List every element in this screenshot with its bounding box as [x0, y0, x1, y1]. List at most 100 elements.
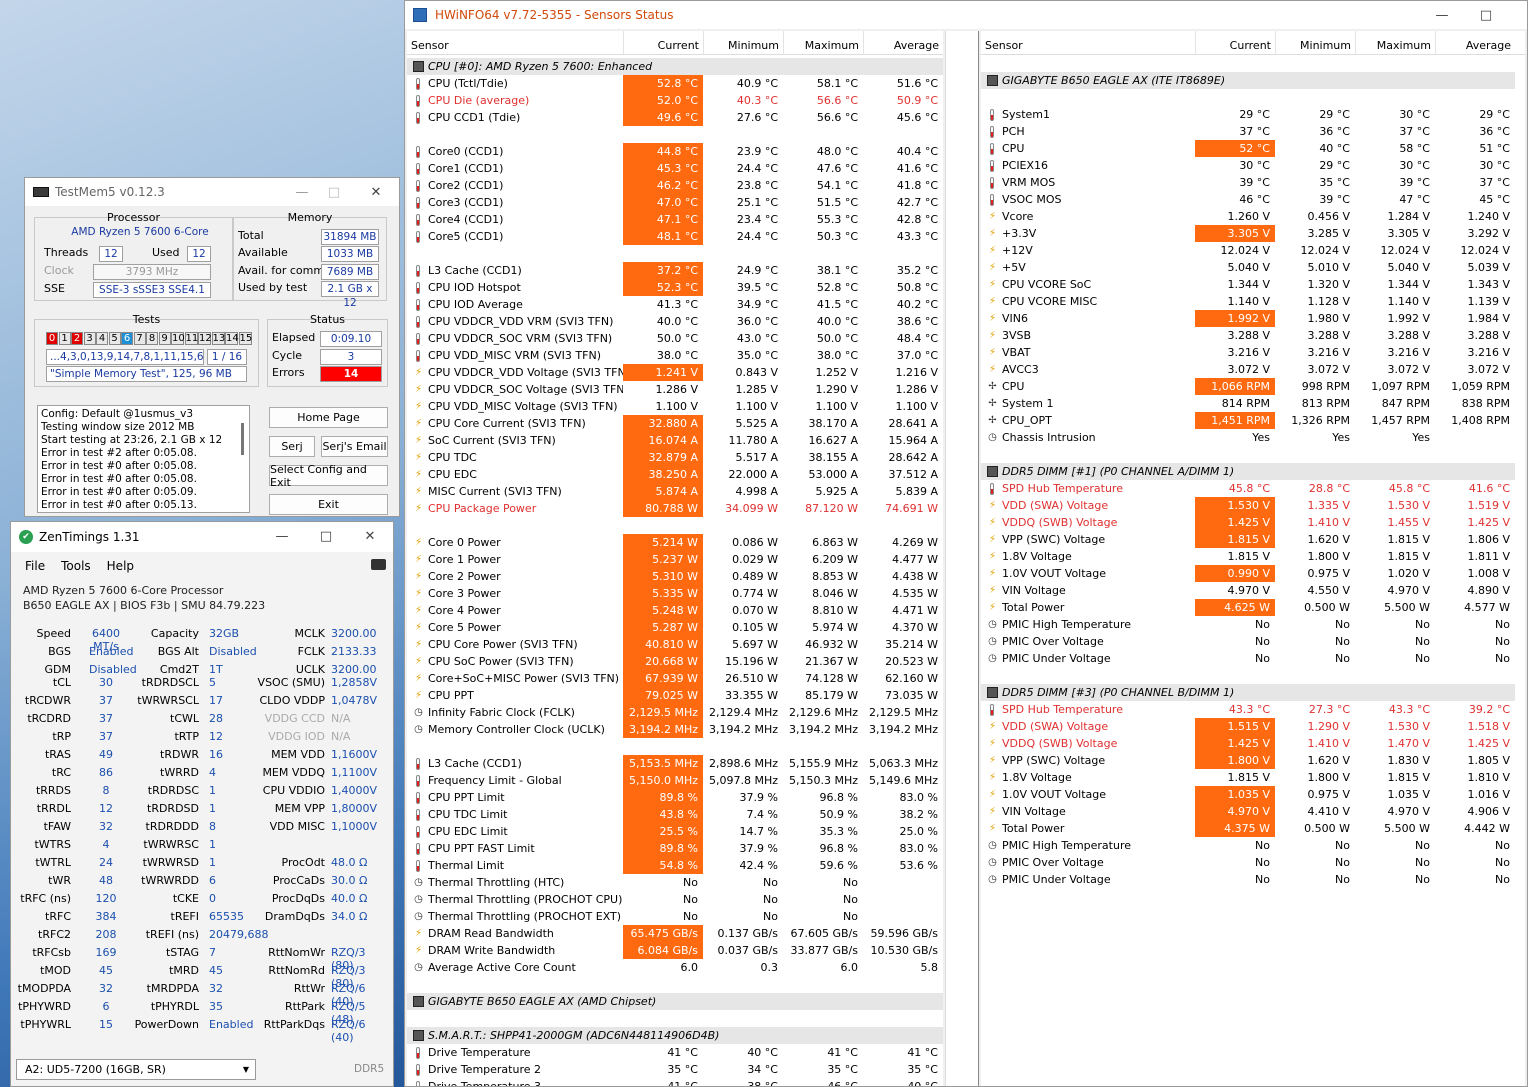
sensor-row[interactable]: ⚡ VIN6 1.992 V 1.980 V 1.992 V 1.984 V — [981, 310, 1525, 327]
sensor-row[interactable]: ⚡ Vcore 1.260 V 0.456 V 1.284 V 1.240 V — [981, 208, 1525, 225]
home-page-button[interactable]: Home Page — [269, 407, 388, 428]
sensor-row[interactable]: ⚡ CPU Package Power 80.788 W 34.099 W 87.120… — [407, 500, 943, 517]
sensor-row[interactable]: ◷ PMIC High Temperature No No No No — [981, 837, 1525, 854]
sensor-row[interactable]: ⚡ VDDQ (SWB) Voltage 1.425 V 1.410 V 1.455 V… — [981, 514, 1525, 531]
sensor-row[interactable]: Core3 (CCD1) 47.0 °C 25.1 °C 51.5 °C 42.7 °C — [407, 194, 943, 211]
sensor-row[interactable]: CPU Die (average) 52.0 °C 40.3 °C 56.6 °C 50… — [407, 92, 943, 109]
sensor-row[interactable]: ⚡ Total Power 4.375 W 0.500 W 5.500 W 4.442 W — [981, 820, 1525, 837]
menu-file[interactable]: File — [25, 559, 45, 573]
sensor-row[interactable]: Core1 (CCD1) 45.3 °C 24.4 °C 47.6 °C 41.6 °C — [407, 160, 943, 177]
sensor-row[interactable]: ⚡ CPU VCORE SoC 1.344 V 1.320 V 1.344 V 1.343… — [981, 276, 1525, 293]
sensor-row[interactable]: Core4 (CCD1) 47.1 °C 23.4 °C 55.3 °C 42.8 °C — [407, 211, 943, 228]
menu-tools[interactable]: Tools — [61, 559, 91, 573]
sensor-row[interactable]: ⚡ CPU VCORE MISC 1.140 V 1.128 V 1.140 V 1.13… — [981, 293, 1525, 310]
select-config-button[interactable]: Select Config and Exit — [269, 463, 388, 489]
sensor-row[interactable]: ⚡ CPU EDC 38.250 A 22.000 A 53.000 A 37.512 A — [407, 466, 943, 483]
sensor-row[interactable]: L3 Cache (CCD1) 5,153.5 MHz 2,898.6 MHz 5,1… — [407, 755, 943, 772]
sensor-row[interactable]: ◷ Average Active Core Count 6.0 0.3 6.0 5.8 — [407, 959, 943, 976]
sensor-row[interactable]: ⚡ SoC Current (SVI3 TFN) 16.074 A 11.780 A 1… — [407, 432, 943, 449]
sensor-row[interactable]: ⚡ 1.0V VOUT Voltage 1.035 V 0.975 V 1.035 V 1… — [981, 786, 1525, 803]
exit-button[interactable]: Exit — [269, 494, 388, 515]
sensor-row[interactable]: ⚡ CPU Core Current (SVI3 TFN) 32.880 A 5.52… — [407, 415, 943, 432]
column-current[interactable]: Current — [623, 31, 703, 54]
serj-button[interactable]: Serj — [269, 436, 315, 457]
sensor-row[interactable]: L3 Cache (CCD1) 37.2 °C 24.9 °C 38.1 °C 35.2… — [407, 262, 943, 279]
sensor-group-header[interactable]: CPU [#0]: AMD Ryzen 5 7600: Enhanced — [407, 58, 943, 75]
sensor-row[interactable]: Frequency Limit - Global 5,150.0 MHz 5,097… — [407, 772, 943, 789]
close-icon[interactable]: ✕ — [355, 178, 397, 206]
sensor-row[interactable]: ⚡ +3.3V 3.305 V 3.285 V 3.305 V 3.292 V — [981, 225, 1525, 242]
sensor-row[interactable]: ⚡ CPU Core Power (SVI3 TFN) 40.810 W 5.697 … — [407, 636, 943, 653]
sensor-row[interactable]: CPU TDC Limit 43.8 % 7.4 % 50.9 % 38.2 % — [407, 806, 943, 823]
sensor-row[interactable]: ⚡ 1.8V Voltage 1.815 V 1.800 V 1.815 V 1.811 … — [981, 548, 1525, 565]
sensor-row[interactable]: CPU VDDCR_VDD VRM (SVI3 TFN) 40.0 °C 36.0 … — [407, 313, 943, 330]
sensor-row[interactable]: SPD Hub Temperature 45.8 °C 28.8 °C 45.8 °C… — [981, 480, 1525, 497]
sensor-row[interactable]: ✢ System 1 814 RPM 813 RPM 847 RPM 838 RPM — [981, 395, 1525, 412]
zentimings-titlebar[interactable]: ✔ ZenTimings 1.31 — □ ✕ — [11, 522, 393, 552]
sensor-row[interactable]: CPU (Tctl/Tdie) 52.8 °C 40.9 °C 58.1 °C 51.6… — [407, 75, 943, 92]
sensor-row[interactable]: ◷ Chassis Intrusion Yes Yes Yes — [981, 429, 1525, 446]
sensor-row[interactable]: ⚡ +5V 5.040 V 5.010 V 5.040 V 5.039 V — [981, 259, 1525, 276]
sensor-row[interactable]: ⚡ VDD (SWA) Voltage 1.515 V 1.290 V 1.530 V 1… — [981, 718, 1525, 735]
sensor-row[interactable]: ⚡ AVCC3 3.072 V 3.072 V 3.072 V 3.072 V — [981, 361, 1525, 378]
sensor-row[interactable]: VSOC MOS 46 °C 39 °C 47 °C 45 °C — [981, 191, 1525, 208]
close-icon[interactable]: ✕ — [349, 522, 391, 550]
sensor-row[interactable]: ⚡ 1.0V VOUT Voltage 0.990 V 0.975 V 1.020 V 1… — [981, 565, 1525, 582]
sensor-group-header[interactable]: GIGABYTE B650 EAGLE AX (AMD Chipset) — [407, 993, 943, 1010]
column-current[interactable]: Current — [1195, 31, 1275, 54]
sensor-row[interactable]: ◷ PMIC Over Voltage No No No No — [981, 633, 1525, 650]
sensor-row[interactable]: VRM MOS 39 °C 35 °C 39 °C 37 °C — [981, 174, 1525, 191]
sensor-row[interactable]: ◷ Thermal Throttling (HTC) No No No — [407, 874, 943, 891]
testmem-titlebar[interactable]: TestMem5 v0.12.3 — □ ✕ — [25, 178, 399, 206]
sensor-row[interactable]: ⚡ 3VSB 3.288 V 3.288 V 3.288 V 3.288 V — [981, 327, 1525, 344]
sensor-row[interactable]: CPU VDDCR_SOC VRM (SVI3 TFN) 50.0 °C 43.0 … — [407, 330, 943, 347]
dimm-select[interactable]: A2: UD5-7200 (16GB, SR) ▼ — [16, 1059, 256, 1080]
menu-help[interactable]: Help — [107, 559, 134, 573]
sensor-row[interactable]: ◷ PMIC Under Voltage No No No No — [981, 650, 1525, 667]
sensor-row[interactable]: ◷ Infinity Fabric Clock (FCLK) 2,129.5 MHz… — [407, 704, 943, 721]
sensor-row[interactable]: ⚡ Total Power 4.625 W 0.500 W 5.500 W 4.577 W — [981, 599, 1525, 616]
sensor-row[interactable]: ⚡ DRAM Read Bandwidth 65.475 GB/s 0.137 GB/… — [407, 925, 943, 942]
sensor-row[interactable]: ⚡ VIN Voltage 4.970 V 4.410 V 4.970 V 4.906 V — [981, 803, 1525, 820]
sensor-row[interactable]: Drive Temperature 3 41 °C38 °C46 °C40 °C — [407, 1078, 943, 1086]
sensor-row[interactable]: CPU IOD Average 41.3 °C 34.9 °C 41.5 °C 40.2… — [407, 296, 943, 313]
sensor-row[interactable]: ⚡ VDD (SWA) Voltage 1.530 V 1.335 V 1.530 V 1… — [981, 497, 1525, 514]
sensor-row[interactable]: ⚡ 1.8V Voltage 1.815 V 1.800 V 1.815 V 1.810 … — [981, 769, 1525, 786]
sensor-row[interactable]: ⚡ Core+SoC+MISC Power (SVI3 TFN) 67.939 W 2… — [407, 670, 943, 687]
sensor-row[interactable]: ⚡ CPU VDDCR_SOC Voltage (SVI3 TFN) 1.286 V… — [407, 381, 943, 398]
minimize-icon[interactable]: — — [261, 522, 303, 550]
minimize-icon[interactable]: — — [1421, 1, 1463, 29]
maximize-icon[interactable]: □ — [1465, 1, 1507, 29]
sensor-row[interactable]: Core0 (CCD1) 44.8 °C 23.9 °C 48.0 °C 40.4 °C — [407, 143, 943, 160]
sensor-row[interactable]: ◷ PMIC High Temperature No No No No — [981, 616, 1525, 633]
column-average[interactable]: Average — [863, 31, 943, 54]
sensor-row[interactable]: ⚡ Core 3 Power 5.335 W 0.774 W 8.046 W 4.535 … — [407, 585, 943, 602]
sensor-row[interactable]: PCIEX16 30 °C 29 °C 30 °C 30 °C — [981, 157, 1525, 174]
sensor-row[interactable]: ✢ CPU_OPT 1,451 RPM 1,326 RPM 1,457 RPM 1,408… — [981, 412, 1525, 429]
sensor-row[interactable]: ⚡ VPP (SWC) Voltage 1.815 V 1.620 V 1.815 V 1… — [981, 531, 1525, 548]
column-sensor[interactable]: Sensor — [981, 31, 1195, 54]
sensor-row[interactable]: SPD Hub Temperature 43.3 °C 27.3 °C 43.3 °C… — [981, 701, 1525, 718]
sensor-row[interactable]: ⚡ Core 5 Power 5.287 W 0.105 W 5.974 W 4.370 … — [407, 619, 943, 636]
sensor-row[interactable]: Drive Temperature 2 35 °C 34 °C 35 °C 35 °C — [407, 1061, 943, 1078]
sensor-row[interactable]: ⚡ CPU VDD_MISC Voltage (SVI3 TFN) 1.100 V 1… — [407, 398, 943, 415]
sensor-row[interactable]: ⚡ CPU SoC Power (SVI3 TFN) 20.668 W 15.196 … — [407, 653, 943, 670]
sensor-row[interactable]: CPU VDD_MISC VRM (SVI3 TFN) 38.0 °C 35.0 °… — [407, 347, 943, 364]
sensor-row[interactable]: System1 29 °C 29 °C 30 °C 29 °C — [981, 106, 1525, 123]
column-minimum[interactable]: Minimum — [703, 31, 783, 54]
sensor-row[interactable]: Thermal Limit 54.8 % 42.4 % 59.6 % 53.6 % — [407, 857, 943, 874]
sensor-row[interactable]: ⚡ Core 4 Power 5.248 W 0.070 W 8.810 W 4.471 … — [407, 602, 943, 619]
sensor-group-header[interactable]: DDR5 DIMM [#1] (P0 CHANNEL A/DIMM 1) — [981, 463, 1515, 480]
sensor-row[interactable]: CPU PPT FAST Limit 89.8 % 37.9 % 96.8 % 83.0… — [407, 840, 943, 857]
column-maximum[interactable]: Maximum — [1355, 31, 1435, 54]
column-sensor[interactable]: Sensor — [407, 31, 623, 54]
sensor-row[interactable]: Core5 (CCD1) 48.1 °C 24.4 °C 50.3 °C 43.3 °C — [407, 228, 943, 245]
serj-email-button[interactable]: Serj's Email — [321, 436, 388, 457]
maximize-icon[interactable]: □ — [313, 178, 355, 206]
sensor-row[interactable]: ⚡ CPU PPT 79.025 W 33.355 W 85.179 W 73.035 W — [407, 687, 943, 704]
sensor-row[interactable]: ⚡ MISC Current (SVI3 TFN) 5.874 A 4.998 A 5.… — [407, 483, 943, 500]
sensor-row[interactable]: ⚡ Core 2 Power 5.310 W 0.489 W 8.853 W 4.438 … — [407, 568, 943, 585]
camera-icon[interactable] — [371, 559, 386, 570]
sensor-group-header[interactable]: GIGABYTE B650 EAGLE AX (ITE IT8689E) — [981, 72, 1515, 89]
sensor-row[interactable]: ⚡ CPU TDC 32.879 A 5.517 A 38.155 A 28.642 A — [407, 449, 943, 466]
